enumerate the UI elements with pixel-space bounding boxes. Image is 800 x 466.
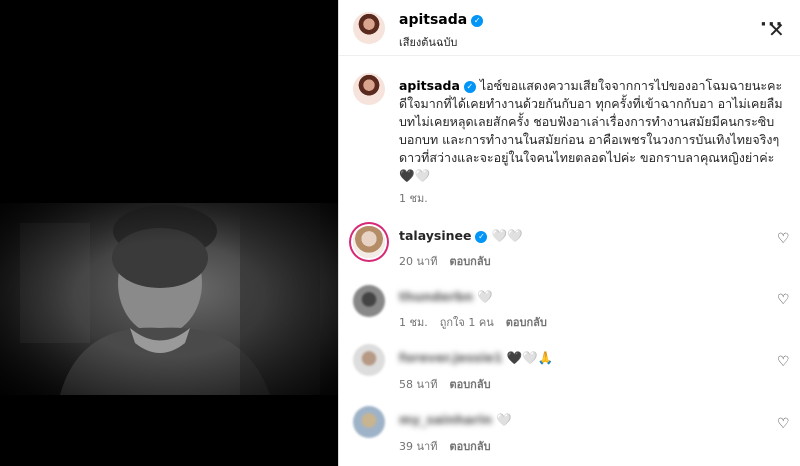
post-photo: [0, 203, 338, 395]
owner-username[interactable]: apitsada: [399, 12, 467, 28]
comment-likes[interactable]: ถูกใจ 1 คน: [440, 316, 494, 329]
comment-avatar[interactable]: [353, 344, 385, 376]
post-side-panel: apitsada ✓ เสียงต้นฉบับ ··· apitsada ✓ ไอซ…: [338, 0, 800, 466]
comment-meta: 1 ชม. ถูกใจ 1 คน ตอบกลับ: [399, 313, 547, 331]
comment-time[interactable]: 58 นาที: [399, 378, 437, 391]
post-video[interactable]: [0, 0, 338, 466]
post-dialog: apitsada ✓ เสียงต้นฉบับ ··· apitsada ✓ ไอซ…: [0, 0, 800, 466]
comment-username[interactable]: thunderbn: [399, 289, 473, 304]
comment-time[interactable]: 1 ชม.: [399, 316, 428, 329]
reply-button[interactable]: ตอบกลับ: [449, 378, 490, 391]
like-heart-icon[interactable]: ♡: [777, 292, 790, 308]
comment-body: thunderbn 🤍: [399, 289, 493, 305]
like-heart-icon[interactable]: ♡: [777, 416, 790, 432]
comment-text: 🤍: [477, 289, 493, 304]
caption-time[interactable]: 1 ชม.: [399, 192, 428, 205]
comment-username[interactable]: talaysinee: [399, 228, 471, 243]
post-header: apitsada ✓ เสียงต้นฉบับ ···: [339, 0, 800, 56]
reply-button[interactable]: ตอบกลับ: [449, 440, 490, 453]
comment-text: 🖤🤍🙏: [506, 350, 554, 365]
audio-label[interactable]: เสียงต้นฉบับ: [399, 33, 457, 51]
comment-body: my_sainharin 🤍: [399, 412, 512, 428]
comment-username[interactable]: forever.jessie1: [399, 350, 503, 365]
like-heart-icon[interactable]: ♡: [777, 354, 790, 370]
reply-button[interactable]: ตอบกลับ: [449, 255, 490, 268]
comment-body: forever.jessie1 🖤🤍🙏: [399, 350, 553, 366]
comment-meta: 20 นาที ตอบกลับ: [399, 252, 491, 270]
caption-meta: 1 ชม.: [399, 189, 440, 207]
comment-time[interactable]: 39 นาที: [399, 440, 437, 453]
comment-avatar[interactable]: [353, 226, 385, 258]
comment-text: 🤍🤍: [491, 228, 523, 243]
caption-avatar[interactable]: [353, 73, 385, 105]
like-heart-icon[interactable]: ♡: [777, 231, 790, 247]
verified-icon: ✓: [463, 81, 476, 93]
comment-avatar[interactable]: [353, 285, 385, 317]
reply-button[interactable]: ตอบกลับ: [506, 316, 547, 329]
post-caption: apitsada ✓ ไอซ์ขอแสดงความเสียใจจากการไปขอ…: [399, 77, 789, 185]
comment-time[interactable]: 20 นาที: [399, 255, 437, 268]
close-icon[interactable]: ✕: [768, 18, 785, 42]
comment-meta: 39 นาที ตอบกลับ: [399, 437, 491, 455]
comment-avatar[interactable]: [353, 406, 385, 438]
caption-username[interactable]: apitsada: [399, 78, 460, 93]
verified-icon: ✓: [471, 15, 484, 27]
comment-text: 🤍: [496, 412, 512, 427]
comment-meta: 58 นาที ตอบกลับ: [399, 375, 491, 393]
comment-body: talaysinee ✓ 🤍🤍: [399, 228, 523, 244]
comment-username[interactable]: my_sainharin: [399, 412, 492, 427]
caption-text: ไอซ์ขอแสดงความเสียใจจากการไปของอาโฉมฉายน…: [399, 78, 783, 183]
owner-avatar[interactable]: [353, 12, 385, 44]
verified-icon: ✓: [475, 231, 488, 243]
